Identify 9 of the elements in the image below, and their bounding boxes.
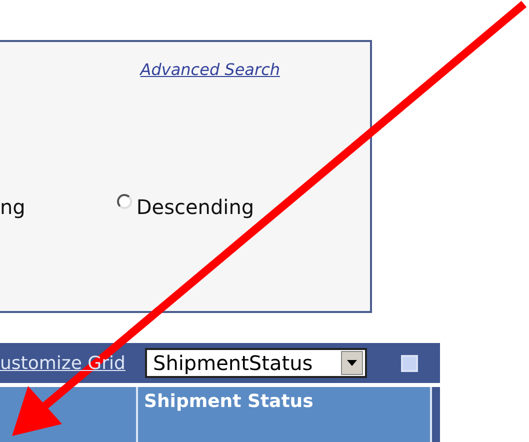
radio-button[interactable] xyxy=(117,194,132,208)
window-icon[interactable] xyxy=(401,354,418,372)
radio-label: ng xyxy=(0,195,26,219)
caret-icon xyxy=(346,359,358,367)
dropdown-button[interactable] xyxy=(341,351,363,375)
column-header[interactable]: Shipment Status xyxy=(136,387,432,442)
advanced-search-link[interactable]: Advanced Search xyxy=(140,60,280,79)
radio-label: Descending xyxy=(136,195,254,219)
column-select[interactable]: ShipmentStatus xyxy=(145,348,367,378)
